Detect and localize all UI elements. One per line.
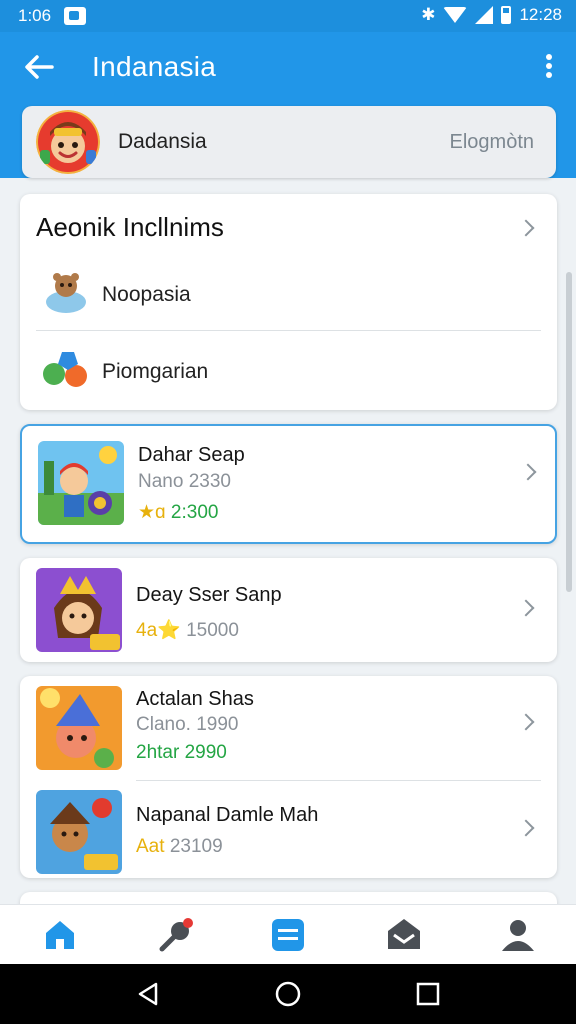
game-thumbnail: [36, 686, 122, 770]
list-icon[interactable]: [268, 915, 308, 955]
section-item-label: Piomgarian: [102, 360, 209, 383]
divider: [136, 780, 541, 781]
bluetooth-icon: ✱: [421, 5, 436, 24]
system-navigation-bar: [0, 964, 576, 1024]
wifi-icon: [443, 7, 468, 23]
arrow-left-icon[interactable]: [22, 50, 56, 84]
profile-icon[interactable]: [498, 915, 538, 955]
star-half: ɑ: [155, 502, 166, 523]
game-rating-label: Aat: [136, 836, 165, 857]
profile-name: Dadansia: [118, 130, 207, 153]
section-item-label: Noopasia: [102, 283, 191, 306]
shapes-icon: [43, 352, 87, 387]
more-vertical-icon[interactable]: [544, 54, 554, 82]
star-icon: ★: [138, 502, 156, 523]
chevron-right-icon[interactable]: [517, 219, 535, 237]
game-thumbnail: [36, 790, 122, 874]
game-thumbnail: [38, 441, 124, 525]
status-bar: 1:06 ✱ 12:28: [0, 0, 576, 32]
game-title: Napanal Damle Mah: [136, 804, 319, 826]
game-subtitle: Clano. 1990: [136, 714, 239, 735]
game-rating: ★ɑ 2:300: [138, 501, 218, 524]
section-title: Aeonik Incllnims: [36, 212, 224, 242]
game-card[interactable]: Dahar Seap Nano 2330 ★ɑ 2:300: [20, 424, 557, 544]
scrollbar[interactable]: [566, 272, 572, 592]
chevron-right-icon[interactable]: [517, 599, 535, 617]
game-rating-label: 4a⭐: [136, 620, 181, 641]
game-title: Deay Sser Sanp: [136, 584, 282, 606]
app-bar: Indanasia: [0, 32, 576, 104]
recents-square-icon[interactable]: [414, 980, 442, 1008]
chevron-right-icon[interactable]: [519, 463, 537, 481]
game-rating-value: 2:300: [170, 502, 219, 523]
game-meta: 2htar 2990: [136, 742, 227, 763]
character-icon: [46, 273, 86, 313]
section-card: Aeonik Incllnims Noopasia Piomgarian: [20, 194, 557, 410]
profile-action-link[interactable]: Elogmòtn: [450, 131, 535, 154]
page-title: Indanasia: [92, 51, 217, 82]
status-time-right: 12:28: [519, 5, 562, 24]
game-card[interactable]: Deay Sser Sanp 4a⭐ 15000: [20, 558, 557, 662]
game-rating: 4a⭐ 15000: [136, 618, 239, 642]
battery-icon: [501, 6, 512, 24]
game-list-card: Actalan Shas Clano. 1990 2htar 2990 Napa…: [20, 676, 557, 878]
game-count: 23109: [169, 836, 223, 857]
signal-icon: [475, 6, 494, 24]
game-thumbnail: [36, 568, 122, 652]
home-icon[interactable]: [40, 915, 80, 955]
game-subtitle: Nano 2330: [138, 471, 231, 492]
profile-card[interactable]: Dadansia Elogmòtn: [22, 106, 556, 178]
game-rating: Aat 23109: [136, 836, 223, 858]
bottom-navigation: [0, 904, 576, 964]
home-circle-icon[interactable]: [274, 980, 302, 1008]
avatar: [36, 110, 100, 174]
inbox-icon[interactable]: [384, 915, 424, 955]
back-triangle-icon[interactable]: [134, 980, 162, 1008]
status-time-left: 1:06: [18, 6, 52, 25]
game-title: Actalan Shas: [136, 688, 254, 710]
tools-icon[interactable]: [156, 915, 196, 955]
chevron-right-icon[interactable]: [517, 819, 535, 837]
game-title: Dahar Seap: [138, 444, 245, 466]
game-count: 15000: [186, 620, 239, 641]
notification-icon: [64, 7, 86, 25]
chevron-right-icon[interactable]: [517, 713, 535, 731]
divider: [36, 330, 541, 331]
